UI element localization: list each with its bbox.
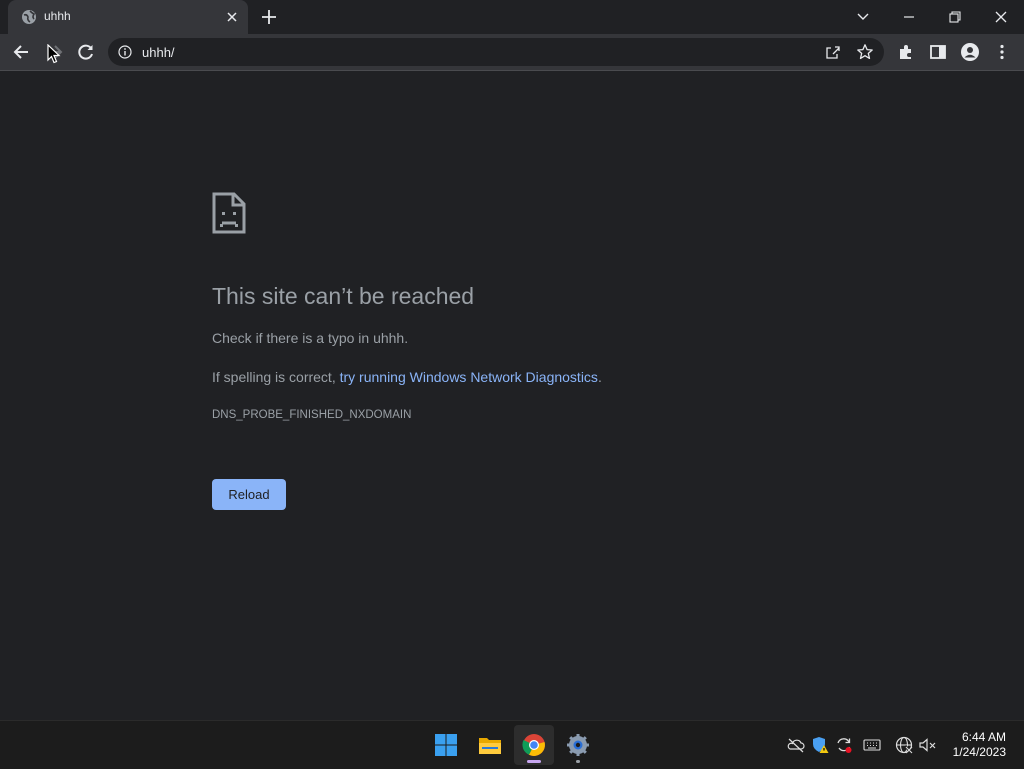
network-icon[interactable]	[895, 736, 914, 755]
diagnostics-suggestion: If spelling is correct, try running Wind…	[212, 369, 602, 385]
clock-date: 1/24/2023	[952, 745, 1006, 759]
diagnostics-suffix: .	[597, 369, 602, 385]
close-window-icon[interactable]	[990, 6, 1012, 28]
windows-start-icon	[435, 734, 457, 756]
browser-toolbar: uhhh/	[0, 34, 1024, 71]
sync-icon[interactable]	[835, 736, 853, 754]
active-app-indicator	[527, 760, 541, 763]
share-icon[interactable]	[824, 43, 842, 61]
onedrive-offline-icon[interactable]	[787, 736, 805, 754]
volume-muted-icon[interactable]	[919, 736, 937, 754]
diagnostics-prefix: If spelling is correct,	[212, 369, 340, 385]
settings-icon	[567, 734, 589, 756]
mouse-cursor-icon	[47, 43, 61, 64]
clock-time: 6:44 AM	[961, 730, 1006, 744]
back-arrow-icon[interactable]	[11, 41, 33, 63]
start-button[interactable]	[426, 725, 466, 765]
browser-tab[interactable]: uhhh	[8, 0, 248, 34]
profile-avatar-icon[interactable]	[959, 41, 981, 63]
address-text[interactable]: uhhh/	[142, 45, 175, 60]
typo-suggestion: Check if there is a typo in uhhh.	[212, 330, 409, 346]
system-clock[interactable]: 6:44 AM 1/24/2023	[953, 730, 1006, 760]
chrome-icon	[522, 734, 545, 756]
address-bar[interactable]: uhhh/	[108, 38, 884, 66]
error-title: This site can’t be reached	[212, 283, 475, 309]
running-app-indicator	[576, 760, 580, 763]
keyboard-icon[interactable]	[863, 736, 881, 754]
error-code: DNS_PROBE_FINISHED_NXDOMAIN	[212, 409, 412, 421]
sad-page-icon	[212, 192, 246, 234]
reload-button[interactable]: Reload	[212, 479, 286, 510]
menu-kebab-icon[interactable]	[991, 41, 1013, 63]
close-tab-icon[interactable]	[224, 9, 240, 25]
title-bar: uhhh	[0, 0, 1024, 34]
extensions-puzzle-icon[interactable]	[895, 41, 917, 63]
reload-icon[interactable]	[75, 41, 97, 63]
minimize-icon[interactable]	[898, 6, 920, 28]
bookmark-star-icon[interactable]	[856, 43, 874, 61]
site-info-icon[interactable]	[118, 45, 132, 59]
chrome-taskbar-button[interactable]	[514, 725, 554, 765]
tab-search-chevron-icon[interactable]	[852, 6, 874, 28]
file-explorer-icon	[479, 738, 501, 754]
network-diagnostics-link[interactable]: try running Windows Network Diagnostics	[340, 369, 598, 385]
side-panel-icon[interactable]	[927, 41, 949, 63]
new-tab-icon[interactable]	[260, 8, 278, 26]
security-warning-icon[interactable]	[811, 736, 829, 754]
taskbar: 6:44 AM 1/24/2023	[0, 720, 1024, 769]
tab-title: uhhh	[44, 9, 71, 23]
file-explorer-button[interactable]	[470, 725, 510, 765]
settings-taskbar-button[interactable]	[558, 725, 598, 765]
restore-icon[interactable]	[944, 6, 966, 28]
globe-icon	[21, 9, 37, 25]
